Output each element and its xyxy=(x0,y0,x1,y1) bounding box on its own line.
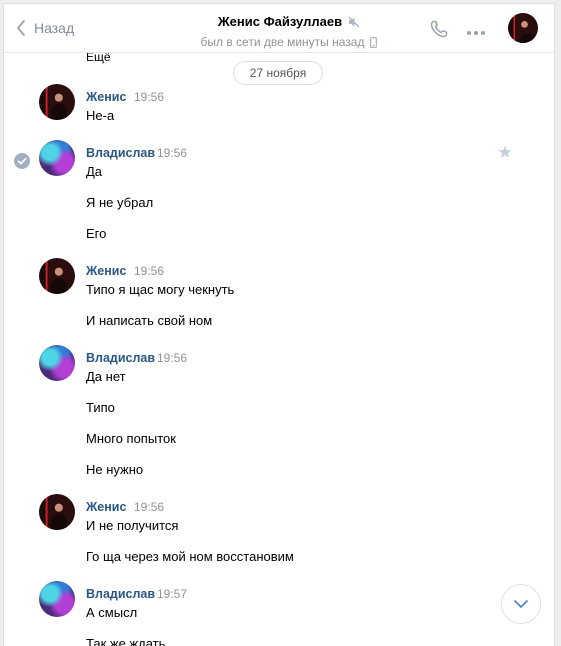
phone-icon xyxy=(430,20,448,38)
back-label: Назад xyxy=(34,20,75,36)
message-feed[interactable]: Ещё 27 ноября Женис 19:56 Не-а Владислав… xyxy=(4,53,554,646)
message-time[interactable]: 19:56 xyxy=(134,90,164,104)
author-name[interactable]: Владислав xyxy=(86,587,155,601)
checkmark-icon xyxy=(14,153,30,169)
message-text: Го ща через мой ном восстановим xyxy=(86,549,294,564)
message-text: Типо я щас могу чекнуть xyxy=(86,282,235,297)
message-time[interactable]: 19:56 xyxy=(134,500,164,514)
author-name[interactable]: Владислав xyxy=(86,146,155,160)
avatar[interactable] xyxy=(39,84,75,120)
call-button[interactable] xyxy=(429,19,449,44)
author-name[interactable]: Женис xyxy=(86,90,126,104)
more-icon xyxy=(467,31,485,35)
message-text: Не нужно xyxy=(86,462,144,477)
chat-panel: Назад Женис Файзуллаев был в сети две ми… xyxy=(3,3,555,646)
message-text: Да xyxy=(86,164,103,179)
chat-header: Назад Женис Файзуллаев был в сети две ми… xyxy=(4,4,554,53)
scroll-down-button[interactable] xyxy=(501,584,541,624)
online-status: был в сети две минуты назад xyxy=(200,35,365,49)
message-text: Типо xyxy=(86,400,115,415)
message-text: Его xyxy=(86,226,107,241)
message-text: Много попыток xyxy=(86,431,176,446)
select-message-button[interactable] xyxy=(14,153,30,174)
message-text: И не получится xyxy=(86,518,179,533)
message-text: Да нет xyxy=(86,369,126,384)
author-name[interactable]: Женис xyxy=(86,500,126,514)
message-text: Не-а xyxy=(86,108,115,123)
chat-title-block[interactable]: Женис Файзуллаев был в сети две минуты н… xyxy=(164,13,414,49)
message-time[interactable]: 19:57 xyxy=(157,587,187,601)
previous-message-text: Ещё xyxy=(86,53,111,64)
chat-title: Женис Файзуллаев xyxy=(217,14,343,29)
author-name[interactable]: Женис xyxy=(86,264,126,278)
star-icon xyxy=(498,145,512,158)
chevron-down-icon xyxy=(514,600,528,608)
message-text: И написать свой ном xyxy=(86,313,213,328)
avatar[interactable] xyxy=(39,140,75,176)
message-time[interactable]: 19:56 xyxy=(157,351,187,365)
message-time[interactable]: 19:56 xyxy=(157,146,187,160)
favorite-button[interactable] xyxy=(498,145,512,164)
avatar[interactable] xyxy=(39,258,75,294)
message-text: А смысл xyxy=(86,605,138,620)
more-actions-button[interactable] xyxy=(466,23,486,41)
message-time[interactable]: 19:56 xyxy=(134,264,164,278)
avatar[interactable] xyxy=(39,494,75,530)
header-avatar[interactable] xyxy=(508,13,538,43)
author-name[interactable]: Владислав xyxy=(86,351,155,365)
mobile-icon xyxy=(370,36,378,48)
back-chevron-icon xyxy=(17,20,25,36)
back-button[interactable]: Назад xyxy=(16,18,74,38)
avatar[interactable] xyxy=(39,581,75,617)
avatar[interactable] xyxy=(39,345,75,381)
message-text: Я не убрал xyxy=(86,195,154,210)
date-separator: 27 ноября xyxy=(233,61,323,85)
muted-icon xyxy=(348,16,360,27)
